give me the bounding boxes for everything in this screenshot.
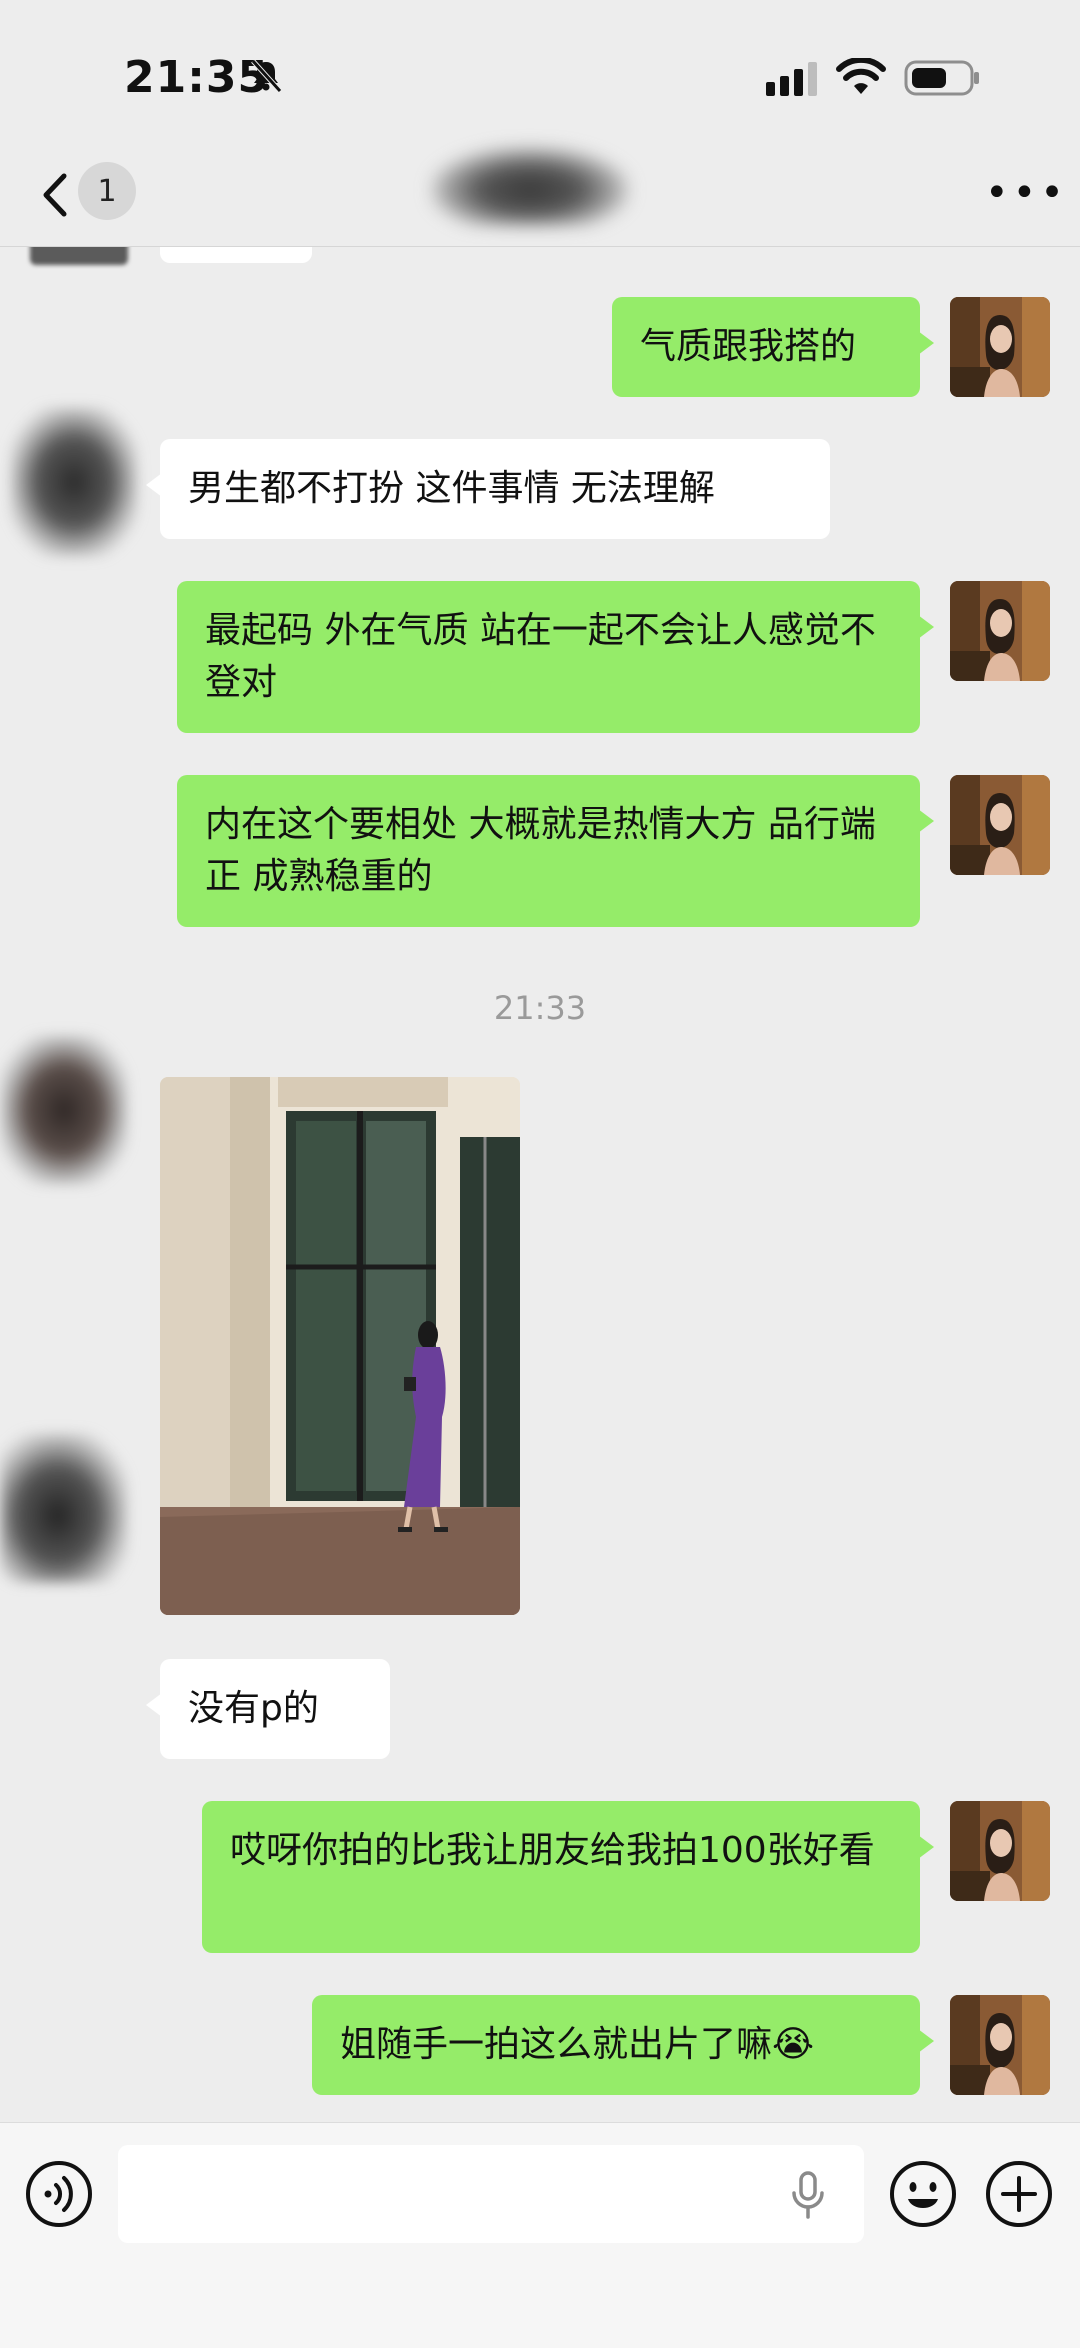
status-bar: 21:35 <box>0 0 1080 140</box>
avatar-other[interactable] <box>10 407 138 557</box>
message-text: 哎呀你拍的比我让朋友给我拍100张好看 <box>230 1830 875 1871</box>
chat-timestamp: 21:33 <box>493 989 587 1027</box>
avatar-mine[interactable] <box>950 1995 1050 2095</box>
avatar-mine[interactable] <box>950 1801 1050 1901</box>
message-text: 姐随手一拍这么就出片了嘛😭 <box>340 2024 815 2065</box>
avatar-mine[interactable] <box>950 297 1050 397</box>
more-icon[interactable]: ••• <box>985 170 1068 216</box>
avatar-mine[interactable] <box>950 581 1050 681</box>
avatar-other[interactable] <box>0 1035 128 1185</box>
chat-title-redacted <box>430 146 630 226</box>
message-text: 没有p的 <box>188 1688 319 1729</box>
mic-icon[interactable] <box>790 2171 826 2223</box>
wifi-icon <box>836 56 886 100</box>
message-bubble-mine[interactable]: 内在这个要相处 大概就是热情大方 品行端正 成熟稳重的 <box>177 775 934 927</box>
chat-header: 1 ••• <box>0 140 1080 247</box>
back-chevron-icon[interactable] <box>38 170 72 220</box>
plus-icon[interactable] <box>984 2159 1054 2233</box>
emoji-icon[interactable] <box>888 2159 958 2233</box>
message-text: 最起码 外在气质 站在一起不会让人感觉不登对 <box>205 610 876 703</box>
avatar-other[interactable] <box>0 1433 128 1583</box>
message-text: 内在这个要相处 大概就是热情大方 品行端正 成熟稳重的 <box>205 804 876 897</box>
signal-icon <box>766 62 822 100</box>
message-text: 男生都不打扮 这件事情 无法理解 <box>188 468 715 509</box>
battery-icon <box>904 60 982 100</box>
message-list[interactable]: 气质跟我搭的 男生都不打扮 这件事情 无法理解 最起码 外在气质 站在一起不会让… <box>0 247 1080 2122</box>
message-bubble-other[interactable]: 没有p的 <box>146 1659 390 1759</box>
input-bar <box>0 2122 1080 2348</box>
voice-icon[interactable] <box>24 2159 94 2233</box>
message-bubble-other[interactable]: 男生都不打扮 这件事情 无法理解 <box>146 439 830 539</box>
image-message[interactable] <box>160 1077 520 1615</box>
unread-badge[interactable]: 1 <box>78 162 136 220</box>
message-bubble-mine[interactable]: 哎呀你拍的比我让朋友给我拍100张好看 <box>202 1801 934 1953</box>
message-bubble-partial <box>160 247 312 263</box>
message-input[interactable] <box>118 2145 864 2243</box>
avatar-other[interactable] <box>30 247 128 265</box>
message-bubble-mine[interactable]: 最起码 外在气质 站在一起不会让人感觉不登对 <box>177 581 934 733</box>
bell-slash-icon <box>248 58 284 98</box>
message-bubble-mine[interactable]: 姐随手一拍这么就出片了嘛😭 <box>312 1995 934 2095</box>
message-bubble-mine[interactable]: 气质跟我搭的 <box>612 297 934 397</box>
message-text: 气质跟我搭的 <box>640 326 857 367</box>
avatar-mine[interactable] <box>950 775 1050 875</box>
